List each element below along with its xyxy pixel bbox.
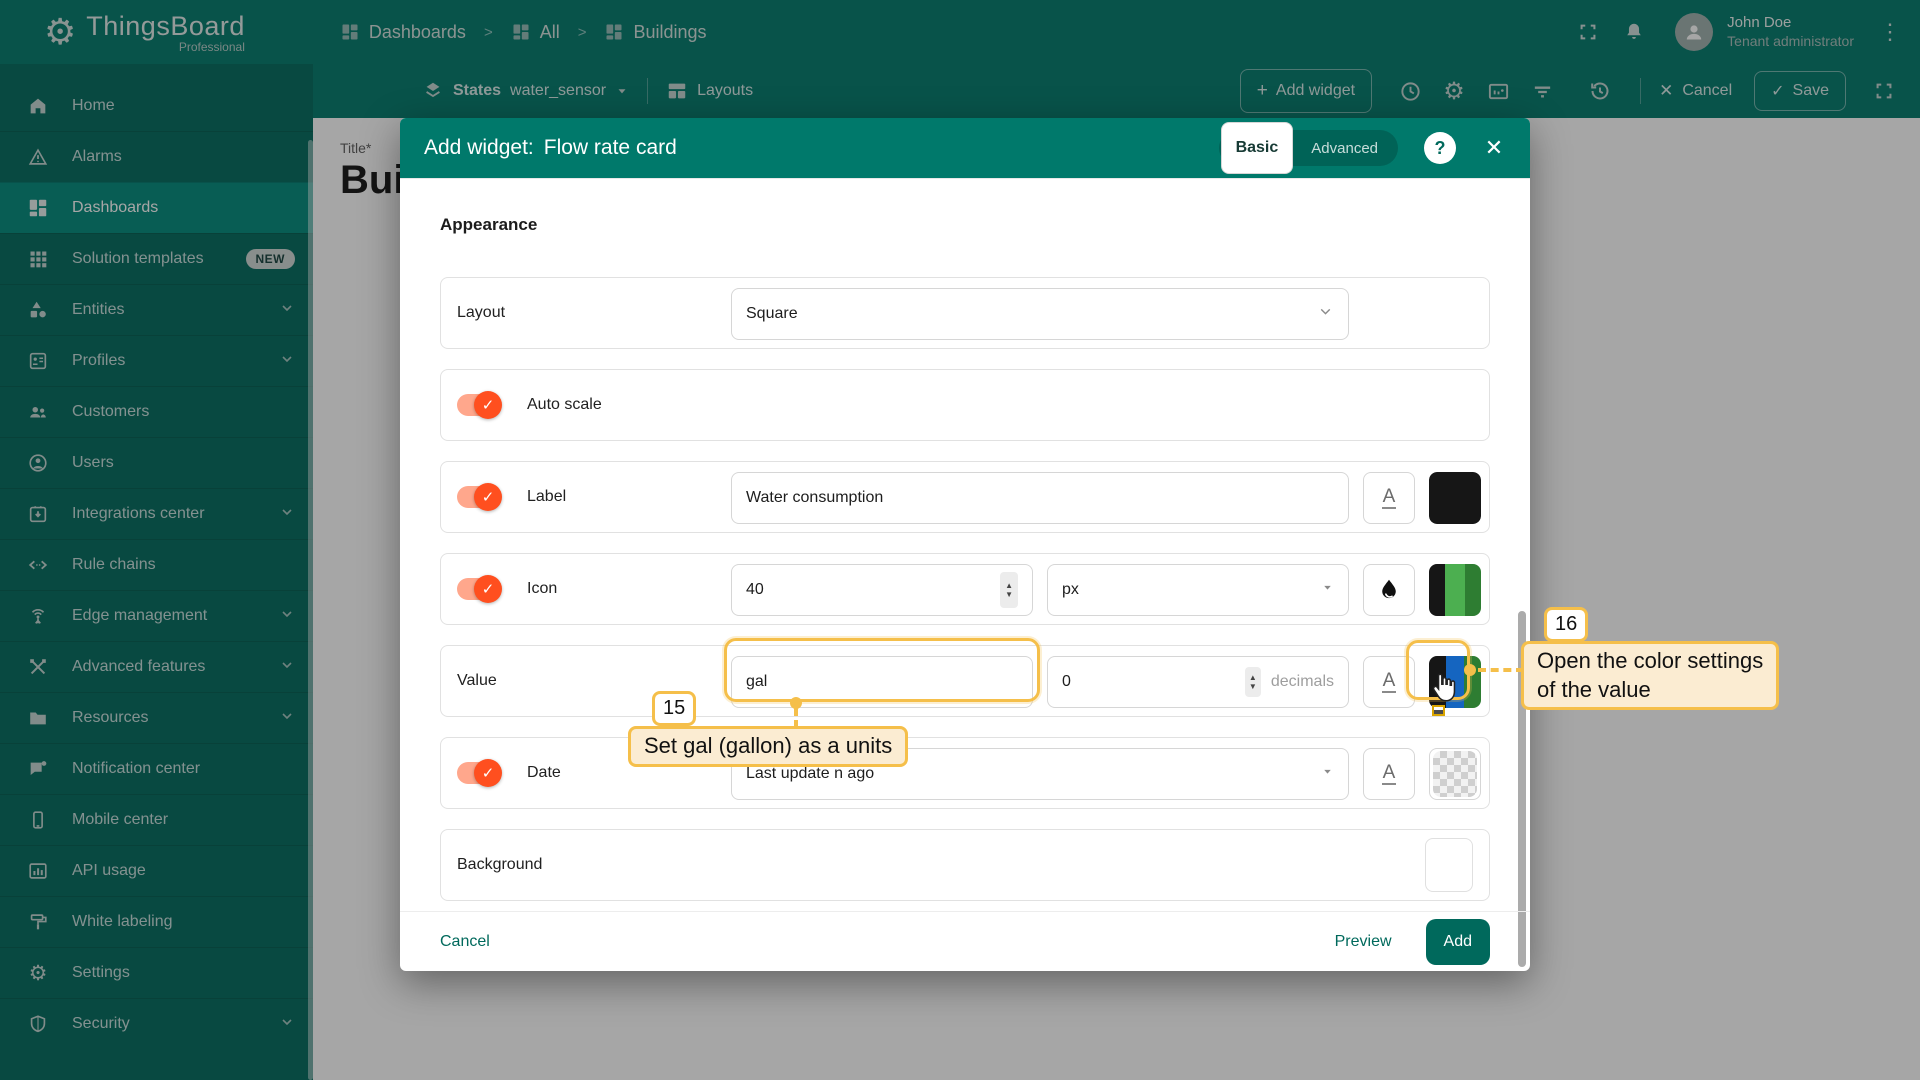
label-font-settings-button[interactable]: A [1363, 472, 1415, 524]
dialog-body: Appearance Layout Square ✓ Auto scale ✓ [400, 178, 1530, 911]
label-label: Label [527, 488, 566, 506]
step16-number-badge: 16 [1544, 607, 1588, 642]
step15-connector-line [794, 708, 798, 728]
value-decimals-input-wrap: ▲▼ decimals [1047, 656, 1349, 708]
dialog-title: Flow rate card [544, 136, 677, 160]
icon-size-input[interactable] [746, 581, 1000, 599]
add-widget-dialog: Add widget: Flow rate card Basic Advance… [400, 118, 1530, 971]
icon-size-input-wrap: ▲▼ [731, 564, 1033, 616]
icon-label: Icon [527, 580, 557, 598]
background-row: Background [440, 829, 1490, 901]
step16-connector-line [1478, 668, 1524, 672]
background-color-swatch[interactable] [1425, 838, 1473, 892]
dialog-preview-button[interactable]: Preview [1335, 933, 1392, 951]
date-toggle[interactable]: ✓ [457, 762, 499, 784]
dialog-title-prefix: Add widget: [424, 136, 534, 160]
dialog-add-button[interactable]: Add [1426, 919, 1490, 965]
date-color-swatch[interactable] [1429, 748, 1481, 800]
icon-unit-select[interactable]: px [1047, 564, 1349, 616]
tab-advanced[interactable]: Advanced [1293, 132, 1396, 164]
date-label: Date [527, 764, 561, 782]
dropdown-arrow-icon [1321, 581, 1334, 599]
icon-toggle[interactable]: ✓ [457, 578, 499, 600]
layout-label: Layout [457, 304, 505, 322]
label-input-wrap [731, 472, 1349, 524]
screen: ⚙ ThingsBoard Professional Dashboards > … [0, 0, 1920, 1080]
label-row: ✓ Label A [440, 461, 1490, 533]
tab-basic[interactable]: Basic [1221, 122, 1294, 174]
step16-callout: Open the color settings of the value [1521, 641, 1779, 710]
decimals-suffix: decimals [1271, 673, 1334, 691]
dialog-header: Add widget: Flow rate card Basic Advance… [400, 118, 1530, 178]
step15-number-badge: 15 [652, 691, 696, 726]
value-decimals-input[interactable] [1062, 673, 1212, 691]
label-color-swatch[interactable] [1429, 472, 1481, 524]
icon-color-swatch[interactable] [1429, 564, 1481, 616]
background-label: Background [457, 856, 542, 874]
auto-scale-row: ✓ Auto scale [440, 369, 1490, 441]
auto-scale-label: Auto scale [527, 396, 602, 414]
mouse-cursor [1430, 672, 1457, 716]
section-appearance: Appearance [440, 215, 537, 235]
water-drop-icon [1375, 576, 1403, 604]
step15-callout: Set gal (gallon) as a units [628, 726, 908, 767]
icon-picker-button[interactable] [1363, 564, 1415, 616]
chevron-down-icon [1317, 303, 1334, 325]
help-icon[interactable]: ? [1424, 132, 1456, 164]
date-font-settings-button[interactable]: A [1363, 748, 1415, 800]
value-label: Value [457, 672, 497, 690]
close-icon[interactable]: ✕ [1478, 135, 1510, 161]
dialog-footer: Cancel Preview Add [400, 911, 1530, 971]
label-toggle[interactable]: ✓ [457, 486, 499, 508]
date-row: ✓ Date Last update n ago A [440, 737, 1490, 809]
layout-row: Layout Square [440, 277, 1490, 349]
label-input[interactable] [746, 489, 1334, 507]
auto-scale-toggle[interactable]: ✓ [457, 394, 499, 416]
step15-highlight-ring [724, 638, 1040, 702]
decimals-stepper[interactable]: ▲▼ [1245, 667, 1261, 697]
icon-row: ✓ Icon ▲▼ px [440, 553, 1490, 625]
step16-connector-dot [1464, 664, 1476, 676]
dropdown-arrow-icon [1321, 765, 1334, 783]
cursor-badge [1432, 705, 1445, 716]
dialog-cancel-button[interactable]: Cancel [440, 933, 490, 951]
icon-size-stepper[interactable]: ▲▼ [1000, 572, 1018, 608]
mode-toggle: Basic Advanced [1219, 130, 1398, 166]
layout-select[interactable]: Square [731, 288, 1349, 340]
